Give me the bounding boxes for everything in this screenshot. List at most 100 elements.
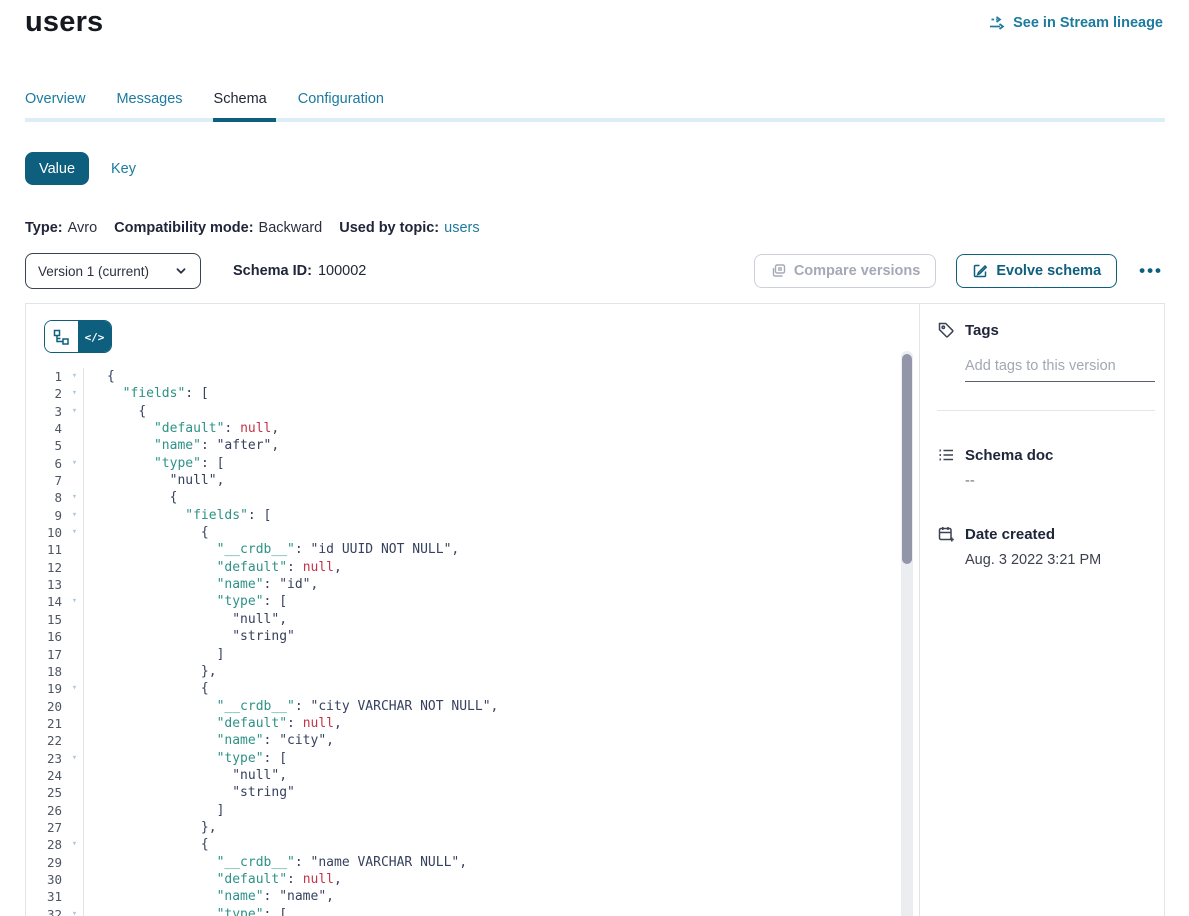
fold-spacer [66,888,83,905]
code-text: { [83,403,897,420]
code-text: { [83,836,897,853]
code-line: 24 "null", [26,767,897,784]
code-text: }, [83,819,897,836]
fold-spacer [66,628,83,645]
line-number: 10 [26,524,66,541]
compare-versions-button[interactable]: Compare versions [754,254,937,288]
stream-lineage-icon [989,15,1006,31]
evolve-schema-button[interactable]: Evolve schema [956,254,1117,288]
tags-title: Tags [965,322,999,339]
fold-spacer [66,802,83,819]
key-tab-button[interactable]: Key [111,161,136,177]
line-number: 6 [26,455,66,472]
fold-spacer [66,611,83,628]
add-tags-input[interactable] [965,358,1155,382]
code-text: "type": [ [83,906,897,916]
tree-view-icon [53,329,70,346]
date-created-value: Aug. 3 2022 3:21 PM [965,552,1155,568]
code-text: "string" [83,628,897,645]
fold-spacer [66,541,83,558]
code-line: 5 "name": "after", [26,437,897,454]
tab-schema[interactable]: Schema [214,91,267,107]
code-line: 32▾ "type": [ [26,906,897,916]
calendar-plus-icon [937,525,955,543]
line-number: 27 [26,819,66,836]
code-text: "type": [ [83,593,897,610]
evolve-schema-label: Evolve schema [996,263,1101,279]
code-line: 31 "name": "name", [26,888,897,905]
tags-section: Tags [937,321,1155,382]
schema-panel: </> 1▾{2▾ "fields": [3▾ {4 "default": nu… [25,303,1165,916]
code-line: 8▾ { [26,489,897,506]
fold-toggle-icon[interactable]: ▾ [66,524,83,541]
fold-toggle-icon[interactable]: ▾ [66,385,83,402]
compatibility-value: Backward [259,220,323,236]
code-line: 11 "__crdb__": "id UUID NOT NULL", [26,541,897,558]
fold-toggle-icon[interactable]: ▾ [66,906,83,916]
edit-icon [972,263,988,279]
line-number: 4 [26,420,66,437]
fold-toggle-icon[interactable]: ▾ [66,836,83,853]
code-text: "null", [83,767,897,784]
code-view-button[interactable]: </> [78,321,111,353]
code-text: ] [83,646,897,663]
schema-doc-value: -- [965,473,1155,489]
code-text: { [83,368,897,385]
code-text: "null", [83,472,897,489]
fold-spacer [66,420,83,437]
line-number: 17 [26,646,66,663]
fold-toggle-icon[interactable]: ▾ [66,507,83,524]
tab-overview[interactable]: Overview [25,91,85,107]
fold-spacer [66,819,83,836]
code-line: 25 "string" [26,784,897,801]
fold-spacer [66,732,83,749]
code-text: "type": [ [83,750,897,767]
line-number: 11 [26,541,66,558]
code-text: "__crdb__": "name VARCHAR NULL", [83,854,897,871]
code-text: { [83,489,897,506]
fold-toggle-icon[interactable]: ▾ [66,593,83,610]
version-select[interactable]: Version 1 (current) [25,253,201,289]
fold-toggle-icon[interactable]: ▾ [66,455,83,472]
line-number: 13 [26,576,66,593]
code-text: { [83,524,897,541]
line-number: 14 [26,593,66,610]
page-title: users [25,6,103,39]
code-text: "name": "id", [83,576,897,593]
date-created-section: Date created Aug. 3 2022 3:21 PM [937,525,1155,568]
used-by-topic-link[interactable]: users [444,220,479,236]
fold-toggle-icon[interactable]: ▾ [66,489,83,506]
code-editor: 1▾{2▾ "fields": [3▾ {4 "default": null,5… [26,368,897,916]
code-line: 18 }, [26,663,897,680]
line-number: 20 [26,698,66,715]
code-line: 27 }, [26,819,897,836]
more-actions-button[interactable]: ••• [1137,261,1165,281]
fold-toggle-icon[interactable]: ▾ [66,680,83,697]
code-text: "null", [83,611,897,628]
line-number: 23 [26,750,66,767]
code-text: "__crdb__": "id UUID NOT NULL", [83,541,897,558]
stream-lineage-link[interactable]: See in Stream lineage [989,15,1163,31]
schema-doc-title: Schema doc [965,447,1053,464]
fold-toggle-icon[interactable]: ▾ [66,403,83,420]
fold-toggle-icon[interactable]: ▾ [66,750,83,767]
fold-toggle-icon[interactable]: ▾ [66,368,83,385]
line-number: 26 [26,802,66,819]
code-line: 22 "name": "city", [26,732,897,749]
used-by-topic-label: Used by topic: [339,220,439,236]
tab-configuration[interactable]: Configuration [298,91,384,107]
code-line: 14▾ "type": [ [26,593,897,610]
fold-spacer [66,437,83,454]
code-line: 13 "name": "id", [26,576,897,593]
tab-messages[interactable]: Messages [116,91,182,107]
code-text: "default": null, [83,715,897,732]
code-line: 2▾ "fields": [ [26,385,897,402]
value-tab-button[interactable]: Value [25,152,89,185]
scrollbar-track[interactable] [901,351,913,916]
line-number: 21 [26,715,66,732]
fold-spacer [66,472,83,489]
scrollbar-thumb[interactable] [902,354,912,564]
tree-view-button[interactable] [45,321,78,353]
line-number: 22 [26,732,66,749]
line-number: 30 [26,871,66,888]
